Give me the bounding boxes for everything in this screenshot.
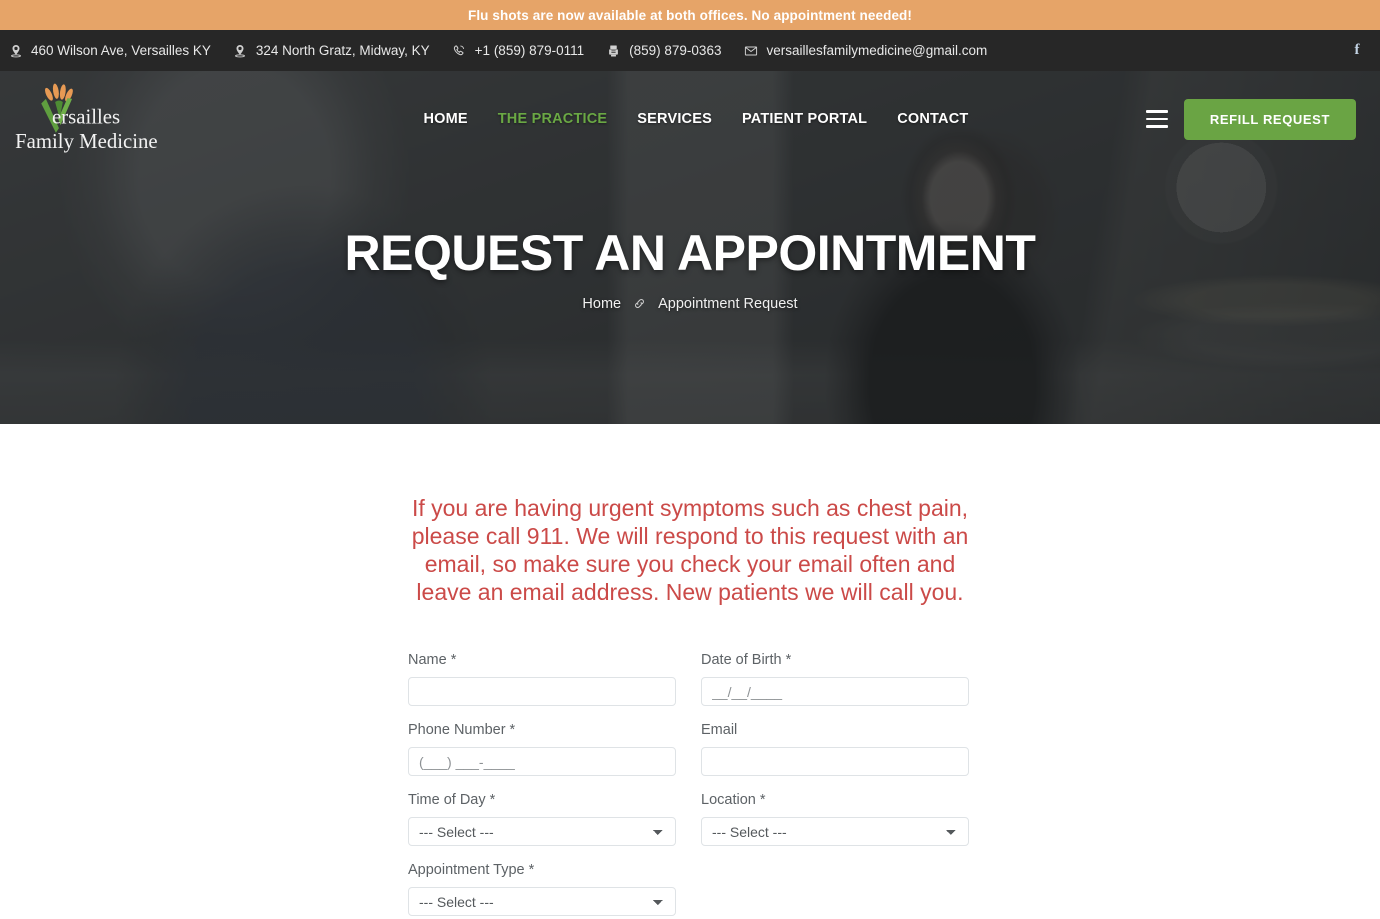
field-group-dob: Date of Birth * xyxy=(701,652,969,707)
hero-content: REQUEST AN APPOINTMENT Home Appointment … xyxy=(0,227,1380,312)
logo-mark: ersailles Family Medicine xyxy=(15,83,158,153)
phone-icon xyxy=(452,43,467,58)
refill-request-button[interactable]: REFILL REQUEST xyxy=(1183,98,1356,140)
name-label: Name * xyxy=(408,652,457,669)
facebook-icon[interactable]: f xyxy=(1348,42,1366,60)
time-of-day-select[interactable]: --- Select --- xyxy=(408,817,676,847)
form-row-phone-email: Phone Number * Email xyxy=(408,722,978,777)
site-logo[interactable]: ersailles Family Medicine xyxy=(8,77,166,161)
contact-fax-label: (859) 879-0363 xyxy=(629,43,722,58)
main-content: If you are having urgent symptoms such a… xyxy=(0,424,1380,917)
envelope-icon xyxy=(743,43,758,58)
promo-banner-text: Flu shots are now available at both offi… xyxy=(467,7,912,23)
phone-number-label: Phone Number * xyxy=(408,722,516,739)
hamburger-bar xyxy=(1145,110,1168,113)
nav-item-the-practice[interactable]: THE PRACTICE xyxy=(498,111,608,127)
contact-address-midway-label: 324 North Gratz, Midway, KY xyxy=(255,43,430,58)
form-row-name-dob: Name * Date of Birth * xyxy=(408,652,978,707)
urgent-symptoms-notice: If you are having urgent symptoms such a… xyxy=(411,495,969,606)
hamburger-icon[interactable] xyxy=(1145,110,1168,128)
form-row-time-location: Time of Day * --- Select --- Location * … xyxy=(408,792,978,847)
contact-email-label: versaillesfamilymedicine@gmail.com xyxy=(766,43,988,58)
promo-banner: Flu shots are now available at both offi… xyxy=(0,0,1380,30)
contact-fax: (859) 879-0363 xyxy=(606,43,721,58)
field-group-phone: Phone Number * xyxy=(408,722,676,777)
form-row-appointment-type: Appointment Type * --- Select --- xyxy=(408,862,978,917)
main-navigation: HOME THE PRACTICE SERVICES PATIENT PORTA… xyxy=(166,111,1146,127)
appointment-request-form: Name * Date of Birth * Phone Number * Em… xyxy=(408,652,978,917)
link-chain-icon xyxy=(633,297,646,310)
map-marker-icon xyxy=(8,43,23,58)
nav-item-contact[interactable]: CONTACT xyxy=(897,111,968,127)
social-links: f xyxy=(1348,42,1366,60)
contact-email[interactable]: versaillesfamilymedicine@gmail.com xyxy=(743,43,987,58)
name-input[interactable] xyxy=(408,677,676,707)
breadcrumb: Home Appointment Request xyxy=(0,296,1380,312)
time-of-day-label: Time of Day * xyxy=(408,792,496,809)
nav-item-services[interactable]: SERVICES xyxy=(637,111,712,127)
location-select[interactable]: --- Select --- xyxy=(701,817,969,847)
contact-address-versailles-label: 460 Wilson Ave, Versailles KY xyxy=(31,43,211,58)
map-marker-icon xyxy=(233,43,248,58)
header-actions: REFILL REQUEST xyxy=(1145,98,1356,140)
contact-address-midway[interactable]: 324 North Gratz, Midway, KY xyxy=(233,43,430,58)
date-of-birth-input[interactable] xyxy=(701,677,969,707)
location-label: Location * xyxy=(701,792,766,809)
contact-phone[interactable]: +1 (859) 879-0111 xyxy=(452,43,584,58)
appointment-type-label: Appointment Type * xyxy=(408,862,535,879)
contact-phone-label: +1 (859) 879-0111 xyxy=(474,43,585,58)
breadcrumb-current: Appointment Request xyxy=(658,295,798,312)
top-contact-bar: 460 Wilson Ave, Versailles KY 324 North … xyxy=(0,30,1380,71)
page-title: REQUEST AN APPOINTMENT xyxy=(344,225,1036,281)
contact-address-versailles[interactable]: 460 Wilson Ave, Versailles KY xyxy=(8,43,211,58)
field-group-email: Email xyxy=(701,722,969,777)
fax-icon xyxy=(606,43,621,58)
breadcrumb-home[interactable]: Home xyxy=(582,296,621,312)
appointment-type-select[interactable]: --- Select --- xyxy=(408,887,676,917)
field-group-time-of-day: Time of Day * --- Select --- xyxy=(408,792,676,847)
contact-list: 460 Wilson Ave, Versailles KY 324 North … xyxy=(8,43,1348,58)
email-label: Email xyxy=(701,722,738,739)
hero-section: ersailles Family Medicine HOME THE PRACT… xyxy=(0,71,1380,424)
date-of-birth-label: Date of Birth * xyxy=(701,652,792,669)
svg-text:Family Medicine: Family Medicine xyxy=(15,130,158,153)
field-group-appointment-type: Appointment Type * --- Select --- xyxy=(408,862,676,917)
field-group-location: Location * --- Select --- xyxy=(701,792,969,847)
hamburger-bar xyxy=(1145,125,1168,128)
svg-text:ersailles: ersailles xyxy=(52,106,120,129)
field-group-name: Name * xyxy=(408,652,676,707)
email-input[interactable] xyxy=(701,747,969,777)
nav-item-home[interactable]: HOME xyxy=(423,111,467,127)
nav-item-patient-portal[interactable]: PATIENT PORTAL xyxy=(742,111,867,127)
phone-number-input[interactable] xyxy=(408,747,676,777)
hamburger-bar xyxy=(1145,117,1168,121)
site-header: ersailles Family Medicine HOME THE PRACT… xyxy=(0,71,1380,167)
